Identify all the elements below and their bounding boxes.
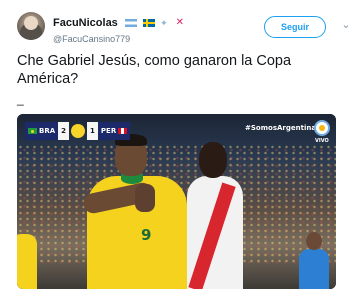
display-name[interactable]: FacuNicolas — [53, 17, 118, 29]
player-head — [199, 142, 227, 178]
brazil-flag-icon — [28, 128, 37, 134]
player-hand — [135, 184, 155, 212]
jersey-number: 9 — [141, 226, 152, 244]
tournament-logo-icon — [71, 124, 86, 138]
home-team-code: BRA — [39, 127, 56, 135]
avatar[interactable] — [17, 12, 45, 40]
referee-head — [306, 232, 322, 250]
referee — [299, 232, 329, 289]
home-score: 2 — [58, 122, 70, 140]
away-team-code: PER — [100, 127, 117, 135]
scorebug-home: BRA — [25, 122, 59, 140]
peru-flag-icon — [118, 128, 128, 134]
tweet-media[interactable]: 9 BRA 2 1 PER #SomosArgentina VIVO — [17, 114, 336, 289]
referee-shirt — [299, 249, 329, 289]
away-score: 1 — [87, 122, 98, 140]
user-handle[interactable]: @FacuCansino779 — [53, 34, 187, 44]
argentina-flag-icon — [125, 18, 138, 27]
player-peru — [187, 142, 247, 289]
scorebug-away: PER — [97, 122, 131, 140]
sweden-flag-icon — [142, 18, 155, 27]
tweet-text: Che Gabriel Jesús, como ganaron la Copa … — [17, 53, 292, 87]
author-block: FacuNicolas ✦ ✕ @FacuCansino779 — [53, 14, 187, 44]
broadcaster-logo-icon — [314, 120, 330, 136]
broadcast-hashtag: #SomosArgentina — [245, 124, 317, 132]
tweet-header: FacuNicolas ✦ ✕ @FacuCansino779 Seguir ⌄ — [17, 12, 350, 44]
player-brazil: 9 — [79, 134, 191, 289]
tweet-trailing-text: _ — [17, 92, 24, 106]
x-icon: ✕ — [175, 16, 185, 28]
chevron-down-icon[interactable]: ⌄ — [339, 18, 350, 32]
follow-button[interactable]: Seguir — [264, 16, 326, 38]
name-emoji-group: ✦ ✕ — [125, 14, 186, 32]
player-left-edge — [17, 234, 37, 289]
scorebug: BRA 2 1 PER — [25, 122, 131, 140]
live-label: VIVO — [315, 138, 329, 144]
sparkle-icon: ✦ — [160, 17, 168, 28]
